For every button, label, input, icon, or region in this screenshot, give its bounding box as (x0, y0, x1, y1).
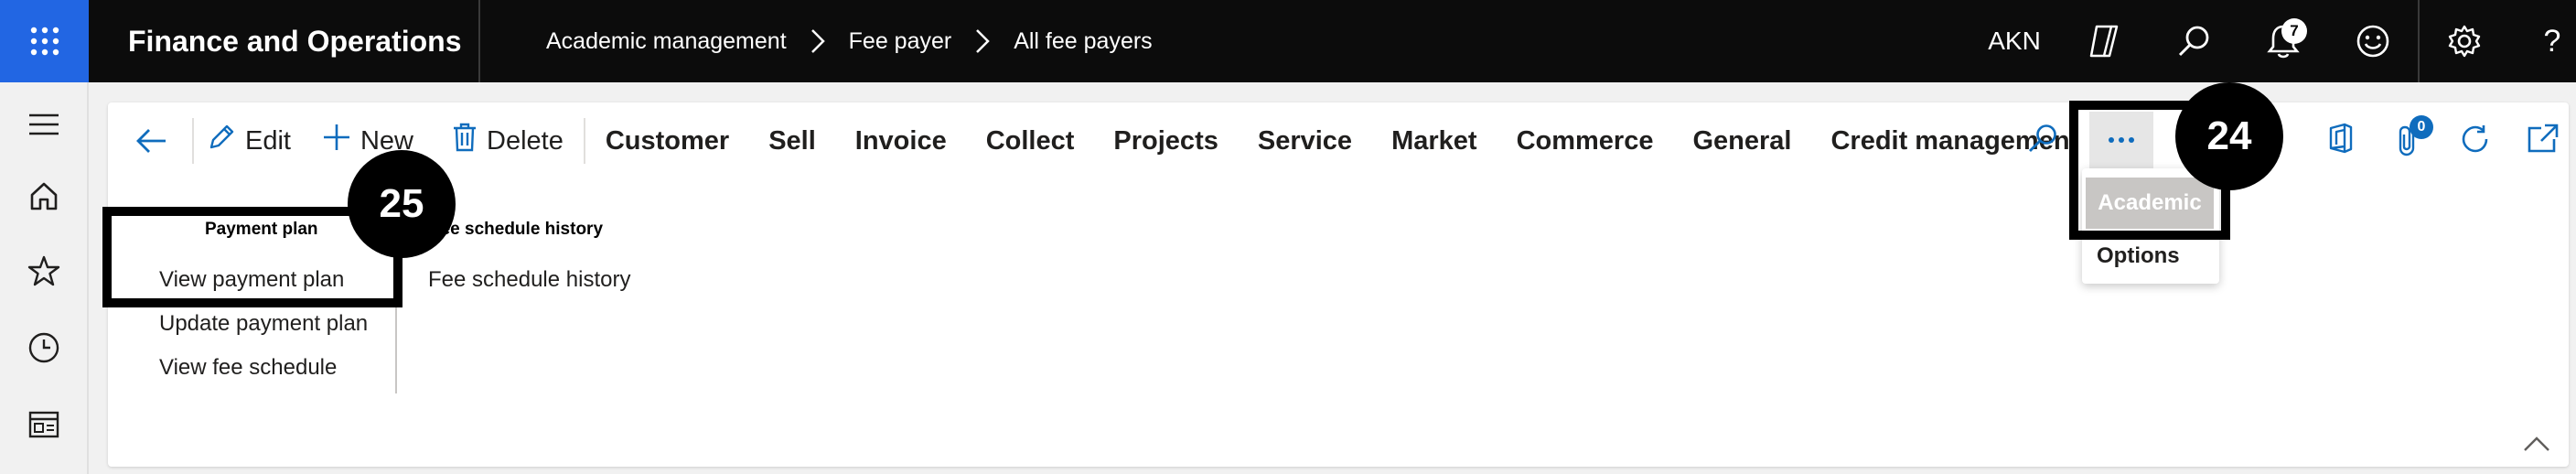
group-title-fee-schedule-history: Fee schedule history (430, 220, 604, 239)
pencil-icon (207, 123, 245, 159)
tab-commerce[interactable]: Commerce (1517, 126, 1654, 156)
edit-button[interactable]: Edit (207, 123, 291, 159)
chevron-up-icon[interactable] (2523, 436, 2550, 457)
copilot-icon[interactable] (2077, 0, 2131, 82)
tab-general[interactable]: General (1692, 126, 1791, 156)
step-badge-24: 24 (2175, 82, 2283, 190)
open-new-icon[interactable] (2527, 123, 2560, 158)
fee-schedule-history-link[interactable]: Fee schedule history (428, 267, 630, 293)
action-bar-divider (192, 118, 194, 164)
chevron-right-icon (810, 28, 825, 54)
workspace-icon[interactable] (24, 404, 64, 445)
tab-service[interactable]: Service (1258, 126, 1352, 156)
clock-icon[interactable] (24, 328, 64, 368)
update-payment-plan-link[interactable]: Update payment plan (159, 311, 368, 337)
refresh-icon[interactable] (2459, 123, 2492, 160)
smiley-icon[interactable] (2345, 0, 2400, 82)
breadcrumb-item-all-fee-payers[interactable]: All fee payers (1014, 28, 1152, 55)
action-bar-divider (583, 118, 585, 164)
trash-icon (452, 122, 487, 160)
tab-sell[interactable]: Sell (768, 126, 816, 156)
edit-label: Edit (245, 125, 291, 156)
search-icon[interactable] (2027, 123, 2058, 158)
help-icon[interactable]: ? (2528, 0, 2576, 82)
delete-button[interactable]: Delete (452, 122, 564, 160)
breadcrumb-item-academic-management[interactable]: Academic management (546, 28, 787, 55)
gear-icon[interactable] (2437, 0, 2492, 82)
chevron-right-icon (975, 28, 990, 54)
topbar-divider (2418, 0, 2420, 82)
attachment-count-badge: 0 (2410, 115, 2433, 139)
star-icon[interactable] (24, 251, 64, 291)
office-icon[interactable] (2327, 123, 2355, 158)
app-title[interactable]: Finance and Operations (128, 0, 462, 82)
dropdown-item-options[interactable]: Options (2097, 243, 2180, 269)
notification-count-badge: 7 (2281, 18, 2307, 44)
waffle-icon[interactable] (0, 0, 89, 82)
user-code[interactable]: AKN (1988, 0, 2041, 82)
title-divider (478, 0, 480, 82)
left-navigation (0, 82, 89, 474)
tab-collect[interactable]: Collect (986, 126, 1075, 156)
hamburger-icon[interactable] (24, 104, 64, 145)
delete-label: Delete (487, 125, 564, 156)
home-icon[interactable] (24, 176, 64, 216)
plus-icon (322, 123, 360, 159)
back-arrow-icon[interactable] (124, 127, 179, 155)
bell-icon[interactable] (2256, 0, 2311, 82)
breadcrumb: Academic management Fee payer All fee pa… (546, 0, 1153, 82)
breadcrumb-item-fee-payer[interactable]: Fee payer (849, 28, 952, 55)
step-badge-25: 25 (348, 150, 456, 258)
top-bar: Finance and Operations Academic manageme… (0, 0, 2576, 82)
tab-market[interactable]: Market (1391, 126, 1477, 156)
search-icon[interactable] (2166, 0, 2221, 82)
view-fee-schedule-link[interactable]: View fee schedule (159, 355, 337, 381)
tab-customer[interactable]: Customer (606, 126, 729, 156)
tab-invoice[interactable]: Invoice (855, 126, 947, 156)
tab-projects[interactable]: Projects (1113, 126, 1218, 156)
